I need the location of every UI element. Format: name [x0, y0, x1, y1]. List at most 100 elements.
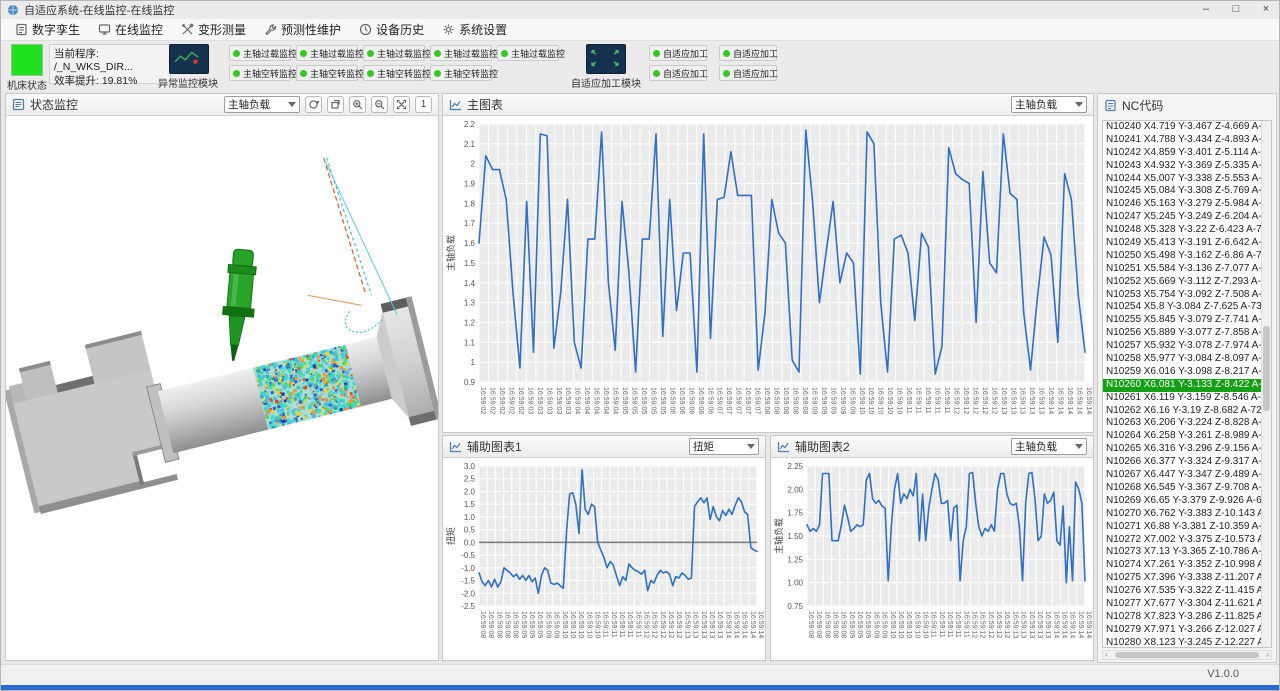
aux1-chart-svg: 16:59:0816:59:0816:59:0816:59:0816:59:08… [443, 458, 765, 660]
app-icon [7, 4, 19, 16]
nc-code-line[interactable]: N10245 X5.084 Y-3.308 Z-5.769 A-75.088 [1103, 185, 1262, 198]
rotate-icon[interactable] [327, 96, 344, 113]
adaptive-machining-button[interactable]: 自适应加工 [719, 45, 777, 61]
nc-code-line[interactable]: N10247 X5.245 Y-3.249 Z-6.204 A-74.701 [1103, 211, 1262, 224]
nc-code-line[interactable]: N10267 X6.447 Y-3.347 Z-9.489 A-71.055 [1103, 469, 1262, 482]
aux2-chart-svg: 16:59:0816:59:0816:59:0816:59:0816:59:08… [771, 458, 1093, 660]
nc-code-line[interactable]: N10253 X5.754 Y-3.092 Z-7.508 A-73.677 [1103, 289, 1262, 302]
overload-monitor-button[interactable]: 主轴过载监控 [229, 45, 291, 61]
nc-code-line[interactable]: N10242 X4.859 Y-3.401 Z-5.114 A-75.775 [1103, 147, 1262, 160]
idle-monitor-button[interactable]: 主轴空转监控 [430, 65, 492, 81]
nc-code-line[interactable]: N10271 X6.88 Y-3.381 Z-10.359 A-68.711 [1103, 521, 1262, 534]
idle-monitor-button[interactable]: 主轴空转监控 [363, 65, 425, 81]
nc-code-line[interactable]: N10278 X7.823 Y-3.286 Z-11.825 A-63.73 [1103, 611, 1262, 624]
nc-code-line[interactable]: N10258 X5.977 Y-3.084 Z-8.097 A-73.138 [1103, 353, 1262, 366]
nc-code-line[interactable]: N10249 X5.413 Y-3.191 Z-6.642 A-74.346 [1103, 237, 1262, 250]
nc-code-line[interactable]: N10270 X6.762 Y-3.383 Z-10.143 A-69.34 [1103, 508, 1262, 521]
scroll-right-icon[interactable]: › [1266, 650, 1269, 660]
current-program-text: 当前程序: /_N_WKS_DIR... [54, 46, 166, 73]
menu-item-predictive-maintenance[interactable]: 预测性维护 [258, 20, 353, 40]
overload-monitor-button[interactable]: 主轴过载监控 [497, 45, 559, 61]
nc-code-line[interactable]: N10257 X5.932 Y-3.078 Z-7.974 A-73.243 [1103, 340, 1262, 353]
menu-item-system-settings[interactable]: 系统设置 [436, 20, 519, 40]
nc-code-line[interactable]: N10268 X6.545 Y-3.367 Z-9.708 A-70.519 [1103, 482, 1262, 495]
nc-horizontal-scrollbar[interactable]: ‹ › [1102, 650, 1272, 660]
orbit-icon[interactable] [305, 96, 322, 113]
nc-code-line[interactable]: N10260 X6.081 Y-3.133 Z-8.422 A-72.835 [1103, 379, 1262, 392]
nc-code-line[interactable]: N10280 X8.123 Y-3.245 Z-12.227 A-62.23 [1103, 637, 1262, 648]
nc-code-line[interactable]: N10240 X4.719 Y-3.467 Z-4.669 A-76.396 [1103, 121, 1262, 134]
abnormal-module-label: 异常监控模块 [145, 75, 231, 90]
aux-chart2-select[interactable]: 主轴负载 [1011, 438, 1087, 455]
idle-monitor-button[interactable]: 主轴空转监控 [229, 65, 291, 81]
nc-code-line[interactable]: N10244 X5.007 Y-3.338 Z-5.553 A-75.297 [1103, 173, 1262, 186]
nc-code-line[interactable]: N10274 X7.261 Y-3.352 Z-10.998 A-66.67 [1103, 559, 1262, 572]
adaptive-machining-button[interactable]: 自适应加工 [719, 65, 777, 81]
scrollbar-thumb[interactable] [1115, 652, 1259, 658]
fit-view-icon[interactable] [393, 96, 410, 113]
svg-text:16:59:03: 16:59:03 [564, 387, 571, 414]
menu-label: 变形测量 [198, 21, 246, 38]
nc-code-line[interactable]: N10275 X7.396 Y-3.338 Z-11.207 A-65.95 [1103, 572, 1262, 585]
nc-code-line[interactable]: N10262 X6.16 Y-3.19 Z-8.682 A-72.534 C [1103, 405, 1262, 418]
svg-text:16:59:02: 16:59:02 [517, 387, 524, 414]
nc-code-line[interactable]: N10277 X7.677 Y-3.304 Z-11.621 A-64.48 [1103, 598, 1262, 611]
nc-vertical-scrollbar[interactable] [1261, 121, 1271, 647]
left-view-select[interactable]: 主轴负载 [224, 96, 300, 113]
status-button-label: 主轴空转监控 [310, 67, 364, 80]
nc-code-line[interactable]: N10252 X5.669 Y-3.112 Z-7.293 A-73.844 [1103, 276, 1262, 289]
overload-monitor-button[interactable]: 主轴过载监控 [296, 45, 358, 61]
idle-monitor-button[interactable]: 主轴空转监控 [296, 65, 358, 81]
nc-code-line[interactable]: N10250 X5.498 Y-3.162 Z-6.86 A-74.178 C [1103, 250, 1262, 263]
nc-code-line[interactable]: N10263 X6.206 Y-3.224 Z-8.828 A-72.33 C [1103, 417, 1262, 430]
nc-code-line[interactable]: N10266 X6.377 Y-3.324 Z-9.317 A-71.443 [1103, 456, 1262, 469]
menu-item-device-history[interactable]: 设备历史 [353, 20, 436, 40]
status-button-label: 主轴过载监控 [444, 47, 498, 60]
nc-code-line[interactable]: N10243 X4.932 Y-3.369 Z-5.335 A-75.523 [1103, 160, 1262, 173]
nc-code-line[interactable]: N10259 X6.016 Y-3.098 Z-8.217 A-73.036 [1103, 366, 1262, 379]
close-button[interactable]: × [1251, 1, 1280, 19]
scrollbar-thumb[interactable] [1263, 326, 1270, 411]
zoom-out-icon[interactable] [371, 96, 388, 113]
nc-code-line[interactable]: N10265 X6.316 Y-3.296 Z-9.156 A-71.771 [1103, 443, 1262, 456]
svg-text:主轴负载: 主轴负载 [445, 235, 456, 271]
nc-code-line[interactable]: N10256 X5.889 Y-3.077 Z-7.858 A-73.348 [1103, 327, 1262, 340]
nc-code-line[interactable]: N10246 X5.163 Y-3.279 Z-5.984 A-74.892 [1103, 198, 1262, 211]
status-monitor-header: 状态监控 主轴负载 1 [6, 94, 438, 116]
main-chart-title: 主图表 [467, 96, 503, 113]
menu-item-online-monitor[interactable]: 在线监控 [92, 20, 175, 40]
svg-text:16:59:05: 16:59:05 [640, 387, 647, 414]
wrench-icon [264, 23, 277, 36]
nc-code-line[interactable]: N10261 X6.119 Y-3.159 Z-8.546 A-72.701 [1103, 392, 1262, 405]
nc-code-line[interactable]: N10273 X7.13 Y-3.365 Z-10.786 A-67.372 [1103, 546, 1262, 559]
adaptive-machining-button[interactable]: 自适应加工 [649, 45, 707, 61]
minimize-button[interactable]: – [1191, 1, 1221, 19]
menu-item-digital-twin[interactable]: 数字孪生 [9, 20, 92, 40]
svg-text:16:59:08: 16:59:08 [479, 611, 486, 638]
status-button-label: 主轴空转监控 [444, 67, 498, 80]
aux-chart1-select[interactable]: 扭矩 [689, 438, 759, 455]
nc-code-line[interactable]: N10254 X5.8 Y-3.084 Z-7.625 A-73.571 C [1103, 301, 1262, 314]
svg-text:16:59:08: 16:59:08 [495, 611, 502, 638]
nc-code-line[interactable]: N10241 X4.788 Y-3.434 Z-4.893 A-76.062 [1103, 134, 1262, 147]
aux-chart1-title: 辅助图表1 [467, 438, 522, 455]
nc-code-line[interactable]: N10248 X5.328 Y-3.22 Z-6.423 A-74.52 C [1103, 224, 1262, 237]
nc-code-line[interactable]: N10255 X5.845 Y-3.079 Z-7.741 A-73.458 [1103, 314, 1262, 327]
nc-code-line[interactable]: N10272 X7.002 Y-3.375 Z-10.573 A-68.05 [1103, 534, 1262, 547]
nc-code-line[interactable]: N10269 X6.65 Y-3.379 Z-9.926 A-69.947 C [1103, 495, 1262, 508]
overload-monitor-button[interactable]: 主轴过载监控 [363, 45, 425, 61]
maximize-button[interactable]: □ [1221, 1, 1251, 19]
overload-monitor-button[interactable]: 主轴过载监控 [430, 45, 492, 61]
nc-code-line[interactable]: N10276 X7.535 Y-3.322 Z-11.415 A-65.22 [1103, 585, 1262, 598]
nc-code-line[interactable]: N10264 X6.258 Y-3.261 Z-8.989 A-72.072 [1103, 430, 1262, 443]
nc-code-line[interactable]: N10279 X7.971 Y-3.266 Z-12.027 A-62.98 [1103, 624, 1262, 637]
svg-text:16:59:11: 16:59:11 [626, 611, 633, 638]
adaptive-machining-button[interactable]: 自适应加工 [649, 65, 707, 81]
scroll-left-icon[interactable]: ‹ [1105, 650, 1108, 660]
menu-item-deform-measure[interactable]: 变形测量 [175, 20, 258, 40]
3d-viewport[interactable] [6, 116, 438, 660]
main-chart-select[interactable]: 主轴负载 [1011, 96, 1087, 113]
view-number-button[interactable]: 1 [415, 96, 432, 113]
zoom-in-icon[interactable] [349, 96, 366, 113]
nc-code-line[interactable]: N10251 X5.584 Y-3.136 Z-7.077 A-74.012 [1103, 263, 1262, 276]
